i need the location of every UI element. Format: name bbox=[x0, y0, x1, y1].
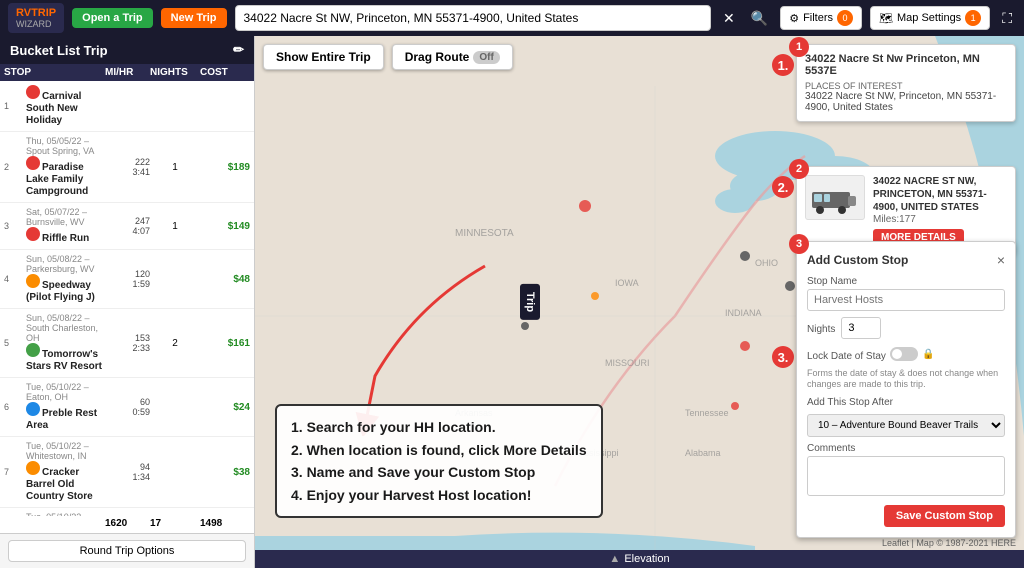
edit-icon[interactable]: ✏ bbox=[233, 42, 244, 58]
map-annotation-1: 1. bbox=[772, 54, 794, 76]
table-row[interactable]: 2 Thu, 05/05/22 – Spout Spring, VA Parad… bbox=[0, 132, 254, 203]
svg-text:OHIO: OHIO bbox=[755, 258, 778, 268]
svg-text:INDIANA: INDIANA bbox=[725, 308, 762, 318]
card1-poi-address: 34022 Nacre St NW, Princeton, MN 55371-4… bbox=[805, 91, 1007, 113]
panel-header: Add Custom Stop × bbox=[807, 252, 1005, 268]
map-settings-badge: 1 bbox=[965, 10, 981, 26]
table-row[interactable]: 6 Tue, 05/10/22 – Eaton, OH Preble Rest … bbox=[0, 378, 254, 437]
nights-input[interactable] bbox=[841, 317, 881, 339]
map-area: MINNESOTA IOWA MISSOURI INDIANA OHIO WES… bbox=[255, 36, 1024, 568]
add-custom-stop-panel: 3 Add Custom Stop × Stop Name Nights Loc… bbox=[796, 241, 1016, 538]
table-row[interactable]: 5 Sun, 05/08/22 – South Charleston, OH T… bbox=[0, 309, 254, 378]
svg-text:Tennessee: Tennessee bbox=[685, 408, 729, 418]
card1-number: 1 bbox=[789, 37, 809, 57]
filters-badge: 0 bbox=[837, 10, 853, 26]
stop-name-label: Stop Name bbox=[807, 276, 1005, 287]
col-mi-hr: MI/HR bbox=[105, 67, 150, 78]
instructions-overlay: 1. Search for your HH location. 2. When … bbox=[275, 404, 603, 518]
search-clear-button[interactable]: ✕ bbox=[719, 8, 739, 29]
show-entire-trip-button[interactable]: Show Entire Trip bbox=[263, 44, 384, 70]
panel-close-button[interactable]: × bbox=[997, 252, 1005, 268]
trip-title: Bucket List Trip bbox=[10, 43, 108, 58]
lock-icon: 🔒 bbox=[922, 349, 934, 360]
table-row[interactable]: 8 Tue, 05/10/22 – Remington, IN Caboose … bbox=[0, 508, 254, 516]
panel-title: Add Custom Stop bbox=[807, 253, 908, 267]
table-row[interactable]: 3 Sat, 05/07/22 – Burnsville, WV Riffle … bbox=[0, 203, 254, 250]
col-nights: NIGHTS bbox=[150, 67, 200, 78]
lock-toggle[interactable] bbox=[890, 347, 918, 361]
map-annotation-3: 3. bbox=[772, 346, 794, 368]
leaflet-credit: Leaflet | Map © 1987-2021 HERE bbox=[882, 538, 1016, 548]
total-cost: 1498 bbox=[200, 518, 250, 529]
nights-row: Nights bbox=[807, 317, 1005, 339]
nights-label: Nights bbox=[807, 324, 835, 335]
address-card: 1 34022 Nacre St Nw Princeton, MN 5537E … bbox=[796, 44, 1016, 122]
lock-row: Lock Date of Stay 🔒 bbox=[807, 345, 1005, 364]
sidebar-footer: Round Trip Options bbox=[0, 533, 254, 568]
instruction-line-1: 1. Search for your HH location. bbox=[291, 416, 587, 438]
comments-label: Comments bbox=[807, 443, 1005, 454]
filter-icon: ⚙ bbox=[789, 12, 799, 25]
lock-label: Lock Date of Stay bbox=[807, 351, 886, 362]
add-after-label: Add This Stop After bbox=[807, 397, 1005, 408]
map-settings-icon: 🗺 bbox=[879, 12, 893, 25]
elevation-label: Elevation bbox=[624, 553, 669, 565]
filters-label: Filters bbox=[803, 12, 833, 24]
table-row[interactable]: 4 Sun, 05/08/22 – Parkersburg, WV Speedw… bbox=[0, 250, 254, 309]
map-settings-label: Map Settings bbox=[897, 12, 961, 24]
camp-icon-box bbox=[805, 175, 865, 220]
round-trip-button[interactable]: Round Trip Options bbox=[8, 540, 246, 562]
instruction-line-4: 4. Enjoy your Harvest Host location! bbox=[291, 484, 587, 506]
new-trip-button[interactable]: New Trip bbox=[161, 8, 227, 28]
stop-name-input[interactable] bbox=[807, 289, 1005, 311]
drag-route-label: Drag Route bbox=[405, 50, 470, 64]
instruction-line-3: 3. Name and Save your Custom Stop bbox=[291, 461, 587, 483]
sidebar-totals: 1620 17 1498 bbox=[0, 516, 254, 533]
expand-button[interactable]: ⛶ bbox=[998, 8, 1016, 29]
card1-poi-label: PLACES OF INTEREST bbox=[805, 81, 1007, 91]
total-nights: 17 bbox=[150, 518, 200, 529]
stops-list: 1 Carnival South New Holiday 2 Thu, 05/0… bbox=[0, 81, 254, 516]
instruction-line-2: 2. When location is found, click More De… bbox=[291, 439, 587, 461]
card1-address: 34022 Nacre St Nw Princeton, MN 5537E bbox=[805, 53, 1007, 77]
trip-handle[interactable]: Trip bbox=[520, 284, 540, 320]
svg-text:MISSOURI: MISSOURI bbox=[605, 358, 650, 368]
filters-button[interactable]: ⚙ Filters 0 bbox=[780, 6, 862, 30]
search-input[interactable] bbox=[235, 5, 712, 31]
map-annotation-2: 2. bbox=[772, 176, 794, 198]
col-cost: COST bbox=[200, 67, 250, 78]
col-stop: STOP bbox=[4, 67, 24, 78]
comments-input[interactable] bbox=[807, 456, 1005, 496]
col-name bbox=[24, 67, 105, 78]
lock-note: Forms the date of stay & does not change… bbox=[807, 368, 1005, 391]
elevation-icon: ▲ bbox=[609, 553, 620, 565]
sidebar-column-headers: STOP MI/HR NIGHTS COST bbox=[0, 64, 254, 81]
main-layout: Bucket List Trip ✏ STOP MI/HR NIGHTS COS… bbox=[0, 36, 1024, 568]
drag-route-button[interactable]: Drag Route Off bbox=[392, 44, 513, 70]
top-bar: RVTRIP WIZARD Open a Trip New Trip ✕ 🔍 ⚙… bbox=[0, 0, 1024, 36]
logo-text: RVTRIP bbox=[16, 7, 56, 19]
card2-number: 2 bbox=[789, 159, 809, 179]
sidebar: Bucket List Trip ✏ STOP MI/HR NIGHTS COS… bbox=[0, 36, 255, 568]
map-settings-button[interactable]: 🗺 Map Settings 1 bbox=[870, 6, 990, 30]
svg-text:Alabama: Alabama bbox=[685, 448, 721, 458]
save-custom-stop-button[interactable]: Save Custom Stop bbox=[884, 505, 1005, 527]
map-toolbar: Show Entire Trip Drag Route Off bbox=[263, 44, 513, 70]
svg-text:MINNESOTA: MINNESOTA bbox=[455, 228, 514, 239]
search-submit-button[interactable]: 🔍 bbox=[747, 8, 772, 29]
drag-route-toggle: Off bbox=[473, 51, 499, 64]
total-mi: 1620 bbox=[105, 518, 150, 529]
logo: RVTRIP WIZARD bbox=[8, 3, 64, 33]
open-trip-button[interactable]: Open a Trip bbox=[72, 8, 153, 28]
table-row[interactable]: 1 Carnival South New Holiday bbox=[0, 81, 254, 132]
add-after-select[interactable]: 10 – Adventure Bound Beaver Trails bbox=[807, 414, 1005, 437]
elevation-bar: ▲ Elevation bbox=[255, 550, 1024, 568]
table-row[interactable]: 7 Tue, 05/10/22 – Whitestown, IN Cracker… bbox=[0, 437, 254, 508]
sidebar-header: Bucket List Trip ✏ bbox=[0, 36, 254, 64]
logo-sub: WIZARD bbox=[16, 19, 56, 29]
svg-text:IOWA: IOWA bbox=[615, 278, 639, 288]
card2-title: 34022 NACRE ST NW, PRINCETON, MN 55371-4… bbox=[873, 175, 1007, 214]
card3-number: 3 bbox=[789, 234, 809, 254]
card2-miles: Miles:177 bbox=[873, 214, 1007, 225]
